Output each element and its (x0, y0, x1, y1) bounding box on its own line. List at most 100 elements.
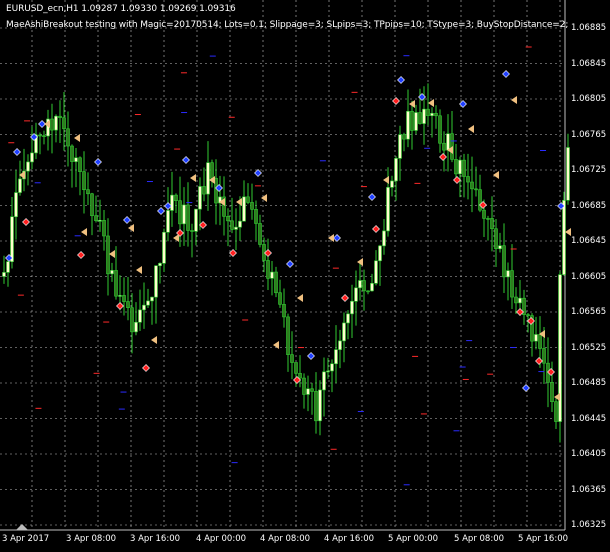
sell-marker (77, 251, 85, 259)
candle-body (234, 226, 238, 230)
candle-body (322, 371, 326, 391)
candle-body (502, 245, 506, 278)
candle-body (66, 128, 70, 147)
close-arrow-marker (511, 96, 517, 104)
candle-body (250, 202, 254, 210)
time-axis-label: 5 Apr 16:00 (518, 534, 569, 544)
candle-body (282, 304, 286, 318)
candle-body (98, 220, 102, 222)
close-arrow-marker (468, 125, 474, 133)
candle-body (486, 218, 490, 220)
time-axis-label: 3 Apr 08:00 (66, 534, 117, 544)
candle-body (2, 272, 6, 277)
chart-window[interactable]: EURUSD_ecn,H1 1.09287 1.09330 1.09269 1.… (0, 0, 610, 552)
candle-body (106, 235, 110, 275)
candle-body (422, 108, 426, 124)
candle-body (226, 216, 230, 222)
candle-body (246, 196, 250, 203)
candle-body (102, 220, 106, 237)
candle-body (346, 313, 350, 324)
candle-body (506, 270, 510, 278)
buy-marker (333, 234, 341, 242)
buy-marker (254, 169, 262, 177)
buy-marker (502, 70, 510, 78)
candle-body (550, 382, 554, 402)
expert-advisor-settings-label: MaeAshiBreakout testing with Magic=20170… (6, 20, 571, 30)
candle-body (454, 159, 458, 175)
close-arrow-marker (383, 176, 389, 184)
candle-body (118, 295, 122, 297)
candle-body (278, 292, 282, 305)
time-axis-label: 4 Apr 00:00 (196, 534, 247, 544)
buy-marker (13, 148, 21, 156)
time-axis-label: 5 Apr 00:00 (388, 534, 439, 544)
candle-body (146, 300, 150, 306)
candle-body (258, 223, 262, 245)
sell-marker (453, 176, 461, 184)
candle-body (126, 301, 130, 308)
candle-body (174, 194, 178, 201)
candle-body (202, 186, 206, 195)
candle-body (230, 220, 234, 230)
candle-body (482, 209, 486, 219)
price-axis-label: 1.06885 (571, 23, 607, 33)
buy-marker (157, 207, 165, 215)
close-arrow-marker (109, 250, 115, 258)
candle-body (378, 245, 382, 262)
candle-body (110, 270, 114, 275)
sell-marker (142, 364, 150, 372)
price-axis[interactable]: 1.06885 1.06845 1.06805 1.06765 1.06725 1.066… (565, 0, 610, 530)
sell-marker (439, 153, 447, 161)
candle-body (310, 388, 314, 392)
buy-marker (286, 260, 294, 268)
candle-body (50, 118, 54, 131)
close-arrow-marker (297, 294, 303, 302)
candle-body (210, 162, 214, 179)
close-arrow-marker (261, 194, 267, 202)
candle-body (314, 391, 318, 422)
candle-body (442, 142, 446, 151)
sell-marker (22, 218, 30, 226)
candle-body (10, 216, 14, 262)
price-axis-label: 1.06485 (571, 378, 607, 388)
candle-body (26, 161, 30, 172)
buy-marker (182, 156, 190, 164)
time-axis[interactable]: 3 Apr 2017 3 Apr 08:00 3 Apr 16:00 4 Apr 00… (0, 530, 569, 552)
price-axis-label: 1.06725 (571, 165, 607, 175)
candlestick-chart[interactable] (0, 0, 610, 552)
candle-body (162, 231, 166, 264)
candle-body (538, 334, 542, 349)
candle-body (466, 176, 470, 183)
candle-body (334, 349, 338, 365)
candle-body (122, 295, 126, 302)
candle-body (86, 189, 90, 195)
buy-marker (94, 158, 102, 166)
candle-body (14, 192, 18, 218)
price-axis-label: 1.06405 (571, 449, 607, 459)
candle-body (182, 204, 186, 225)
candle-body (130, 307, 134, 333)
sell-marker (372, 225, 380, 233)
candle-body (386, 187, 390, 232)
candle-body (306, 388, 310, 395)
close-arrow-marker (236, 198, 242, 206)
candle-body (158, 263, 162, 267)
candle-body (138, 309, 142, 323)
price-axis-label: 1.06365 (571, 484, 607, 495)
candle-body (290, 354, 294, 363)
candle-body (58, 115, 62, 118)
candle-body (94, 215, 98, 222)
candle-body (82, 171, 86, 191)
price-axis-label: 1.06845 (571, 58, 607, 69)
candle-body (426, 108, 430, 116)
candle-body (90, 193, 94, 217)
candle-body (518, 297, 522, 304)
sell-marker (535, 357, 543, 365)
candle-body (242, 196, 246, 222)
candle-body (294, 362, 298, 374)
buy-marker (307, 352, 315, 360)
candle-body (510, 270, 514, 298)
candle-body (458, 159, 462, 175)
time-axis-label: 3 Apr 2017 (2, 534, 50, 544)
candle-body (154, 265, 158, 298)
